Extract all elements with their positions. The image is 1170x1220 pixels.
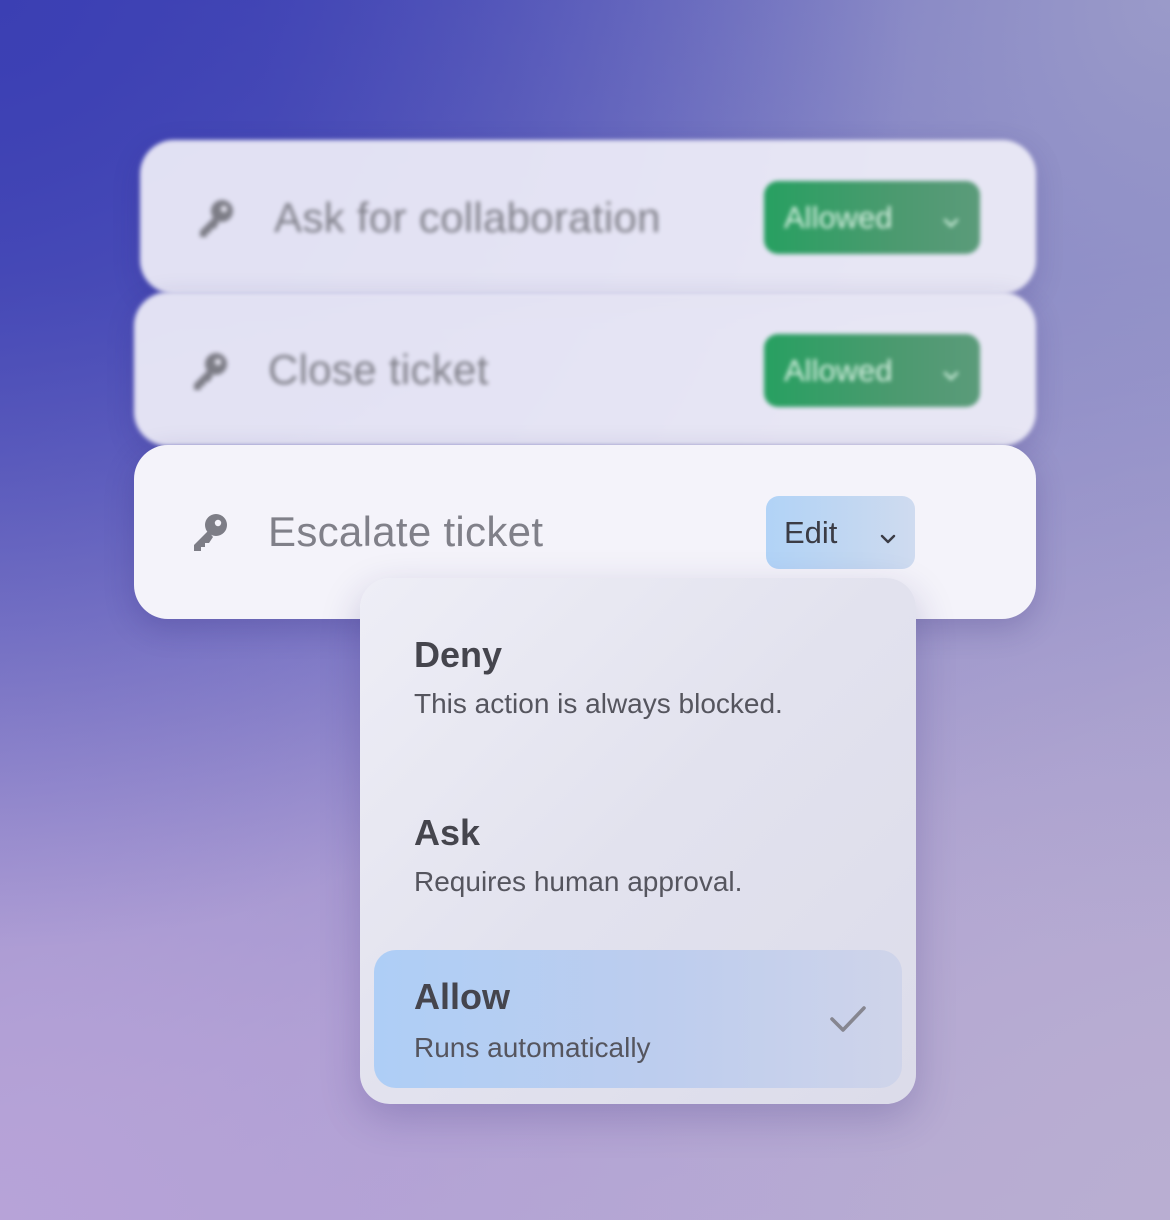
option-description: Requires human approval. <box>414 866 743 897</box>
permission-label: Close ticket <box>268 346 489 393</box>
chevron-down-icon <box>940 206 962 228</box>
permission-status-select[interactable]: Allowed <box>764 334 980 407</box>
permission-dropdown-menu: Deny This action is always blocked. Ask … <box>360 578 916 1104</box>
chevron-down-icon <box>877 522 899 544</box>
option-deny[interactable]: Deny This action is always blocked. <box>374 618 902 738</box>
option-description: This action is always blocked. <box>414 688 783 719</box>
permission-row-close-ticket: Close ticket Allowed <box>134 292 1036 446</box>
edit-label: Edit <box>784 514 838 550</box>
permission-status-select[interactable]: Allowed <box>764 181 980 254</box>
option-description: Runs automatically <box>414 1032 651 1063</box>
permission-label: Escalate ticket <box>268 508 544 555</box>
key-icon <box>194 196 238 240</box>
option-allow[interactable]: Allow Runs automatically <box>374 950 902 1088</box>
chevron-down-icon <box>940 359 962 381</box>
permission-label: Ask for collaboration <box>274 194 661 241</box>
permission-row-ask-for-collaboration: Ask for collaboration Allowed <box>140 140 1036 294</box>
option-title: Ask <box>414 812 481 853</box>
status-value: Allowed <box>784 199 893 235</box>
key-icon <box>188 510 232 554</box>
status-value: Allowed <box>784 352 893 388</box>
option-title: Allow <box>414 976 510 1017</box>
edit-permission-button[interactable]: Edit <box>766 496 915 569</box>
key-icon <box>188 349 232 393</box>
checkmark-icon <box>828 1002 868 1036</box>
option-ask[interactable]: Ask Requires human approval. <box>374 796 902 916</box>
option-title: Deny <box>414 634 503 675</box>
